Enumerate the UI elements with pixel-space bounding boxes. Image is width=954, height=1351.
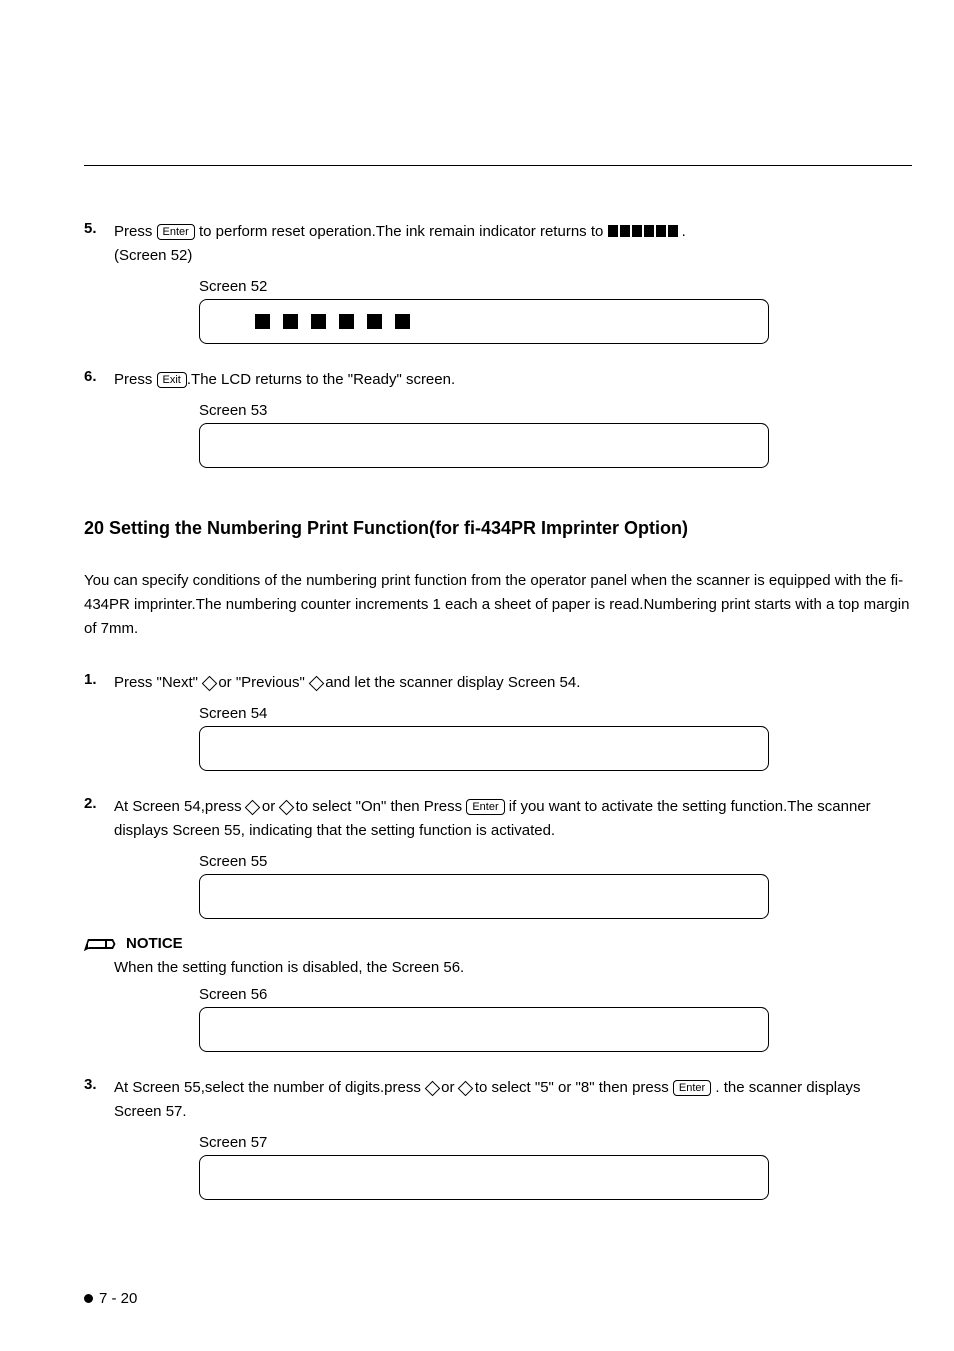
- ink-indicator-icon: [608, 225, 678, 237]
- text: to perform reset operation.The ink remai…: [195, 223, 608, 240]
- notice-label: NOTICE: [126, 935, 183, 952]
- text: and let the scanner display Screen 54.: [321, 674, 580, 691]
- enter-key-icon: Enter: [673, 1080, 711, 1096]
- page-footer: 7 - 20: [84, 1290, 137, 1307]
- screen-57-box: [199, 1155, 769, 1200]
- intro-paragraph: You can specify conditions of the number…: [84, 569, 912, 641]
- page-content: 5. Press Enter to perform reset operatio…: [84, 220, 912, 1224]
- text: or "Previous": [214, 674, 309, 691]
- screen-52-box: [199, 299, 769, 344]
- notice-block: NOTICE When the setting function is disa…: [84, 933, 912, 1052]
- step-body: Press "Next" or "Previous" and let the s…: [114, 671, 912, 695]
- step-5: 5. Press Enter to perform reset operatio…: [84, 220, 912, 268]
- screen-56-label: Screen 56: [199, 986, 912, 1003]
- diamond-icon: [425, 1081, 437, 1093]
- screen-55-box: [199, 874, 769, 919]
- step-6: 6. Press Exit.The LCD returns to the "Re…: [84, 368, 912, 392]
- exit-key-icon: Exit: [157, 372, 187, 388]
- text: .The LCD returns to the "Ready" screen.: [187, 371, 455, 388]
- step-2: 2. At Screen 54,press or to select "On" …: [84, 795, 912, 843]
- notice-header: NOTICE: [82, 933, 912, 953]
- notice-text: When the setting function is disabled, t…: [114, 959, 912, 976]
- step-number: 2.: [84, 795, 114, 843]
- diamond-icon: [202, 676, 214, 688]
- text: Press: [114, 371, 157, 388]
- step-number: 3.: [84, 1076, 114, 1124]
- text: to select "5" or "8" then press: [471, 1079, 673, 1096]
- step-6-block: 6. Press Exit.The LCD returns to the "Re…: [84, 368, 912, 468]
- step-body: At Screen 54,press or to select "On" the…: [114, 795, 912, 843]
- step-number: 6.: [84, 368, 114, 392]
- step-body: At Screen 55,select the number of digits…: [114, 1076, 912, 1124]
- text: to select "On" then Press: [291, 798, 466, 815]
- ink-bars-icon: [255, 314, 410, 329]
- text: Press "Next": [114, 674, 202, 691]
- screen-55-label: Screen 55: [199, 853, 912, 870]
- screen-52-label: Screen 52: [199, 278, 912, 295]
- text: or: [258, 798, 280, 815]
- screen-57-label: Screen 57: [199, 1134, 912, 1151]
- screen-53-label: Screen 53: [199, 402, 912, 419]
- step-1: 1. Press "Next" or "Previous" and let th…: [84, 671, 912, 695]
- text: Press: [114, 223, 157, 240]
- step-body: Press Exit.The LCD returns to the "Ready…: [114, 368, 912, 392]
- text: .: [678, 223, 686, 240]
- enter-key-icon: Enter: [466, 799, 504, 815]
- diamond-icon: [309, 676, 321, 688]
- step-body: Press Enter to perform reset operation.T…: [114, 220, 912, 268]
- step-number: 1.: [84, 671, 114, 695]
- step-5-block: 5. Press Enter to perform reset operatio…: [84, 220, 912, 344]
- text: (Screen 52): [114, 244, 912, 268]
- diamond-icon: [279, 800, 291, 812]
- text: At Screen 54,press: [114, 798, 246, 815]
- pencil-icon: [82, 933, 118, 953]
- screen-54-label: Screen 54: [199, 705, 912, 722]
- screen-53-box: [199, 423, 769, 468]
- step-1-block: 1. Press "Next" or "Previous" and let th…: [84, 671, 912, 771]
- text: At Screen 55,select the number of digits…: [114, 1079, 425, 1096]
- page-number: 7 - 20: [99, 1290, 137, 1307]
- diamond-icon: [246, 800, 258, 812]
- screen-56-box: [199, 1007, 769, 1052]
- step-number: 5.: [84, 220, 114, 268]
- step-3-block: 3. At Screen 55,select the number of dig…: [84, 1076, 912, 1200]
- enter-key-icon: Enter: [157, 224, 195, 240]
- bullet-icon: [84, 1294, 93, 1303]
- step-3: 3. At Screen 55,select the number of dig…: [84, 1076, 912, 1124]
- screen-54-box: [199, 726, 769, 771]
- diamond-icon: [459, 1081, 471, 1093]
- section-heading: 20 Setting the Numbering Print Function(…: [84, 518, 912, 539]
- step-2-block: 2. At Screen 54,press or to select "On" …: [84, 795, 912, 919]
- top-rule: [84, 165, 912, 166]
